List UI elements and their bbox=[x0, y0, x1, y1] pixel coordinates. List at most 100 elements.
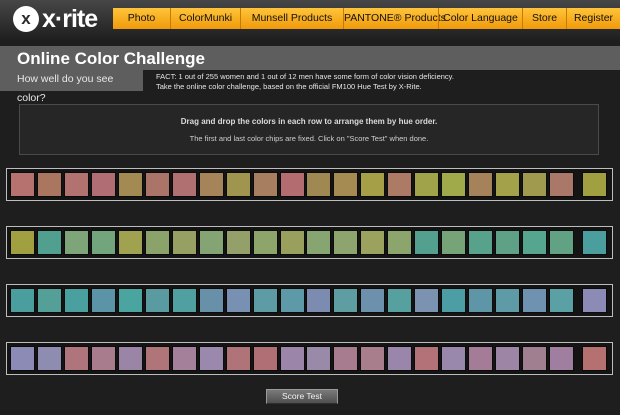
instructions-sub: The first and last color chips are fixed… bbox=[189, 134, 429, 143]
color-chip[interactable] bbox=[414, 230, 439, 255]
nav-item-munsell-products[interactable]: Munsell Products bbox=[240, 8, 343, 29]
nav-item-register[interactable]: Register bbox=[566, 8, 620, 29]
color-chip[interactable] bbox=[414, 346, 439, 371]
color-chip[interactable] bbox=[306, 172, 331, 197]
color-chip[interactable] bbox=[360, 346, 385, 371]
color-chip[interactable] bbox=[414, 172, 439, 197]
color-chip[interactable] bbox=[145, 230, 170, 255]
color-chip[interactable] bbox=[118, 230, 143, 255]
color-chip[interactable] bbox=[360, 230, 385, 255]
color-chip[interactable] bbox=[226, 172, 251, 197]
nav-item-store[interactable]: Store bbox=[522, 8, 566, 29]
color-chip[interactable] bbox=[468, 288, 493, 313]
color-chip[interactable] bbox=[414, 288, 439, 313]
color-chip[interactable] bbox=[199, 230, 224, 255]
color-chip[interactable] bbox=[145, 172, 170, 197]
color-chip[interactable] bbox=[172, 346, 197, 371]
color-chip[interactable] bbox=[91, 172, 116, 197]
color-chip[interactable] bbox=[549, 288, 574, 313]
color-chip[interactable] bbox=[172, 230, 197, 255]
color-chip[interactable] bbox=[333, 230, 358, 255]
nav-item-color-language[interactable]: Color Language bbox=[438, 8, 522, 29]
fixed-color-chip bbox=[582, 230, 607, 255]
color-chip[interactable] bbox=[280, 288, 305, 313]
color-chip[interactable] bbox=[199, 288, 224, 313]
color-chip[interactable] bbox=[199, 346, 224, 371]
color-chip[interactable] bbox=[522, 288, 547, 313]
fixed-color-chip bbox=[10, 346, 35, 371]
xrite-logo[interactable]: x x·rite bbox=[13, 5, 98, 33]
fact-line-1: FACT: 1 out of 255 women and 1 out of 12… bbox=[156, 72, 454, 81]
color-chip[interactable] bbox=[280, 346, 305, 371]
color-chip[interactable] bbox=[333, 172, 358, 197]
color-chip[interactable] bbox=[64, 346, 89, 371]
color-chip[interactable] bbox=[468, 230, 493, 255]
nav-item-photo[interactable]: Photo bbox=[113, 8, 170, 29]
color-chip[interactable] bbox=[91, 230, 116, 255]
color-chip[interactable] bbox=[549, 230, 574, 255]
color-chip[interactable] bbox=[387, 346, 412, 371]
color-chip[interactable] bbox=[522, 172, 547, 197]
color-chip[interactable] bbox=[118, 288, 143, 313]
nav-item-colormunki[interactable]: ColorMunki bbox=[170, 8, 240, 29]
color-chip[interactable] bbox=[495, 288, 520, 313]
color-chip[interactable] bbox=[145, 288, 170, 313]
color-chip[interactable] bbox=[522, 230, 547, 255]
color-chip[interactable] bbox=[441, 172, 466, 197]
fact-line-2: Take the online color challenge, based o… bbox=[156, 82, 422, 91]
color-chip[interactable] bbox=[37, 346, 62, 371]
color-chip[interactable] bbox=[333, 288, 358, 313]
color-chip[interactable] bbox=[306, 288, 331, 313]
color-chip[interactable] bbox=[91, 346, 116, 371]
color-chip[interactable] bbox=[172, 172, 197, 197]
color-chip[interactable] bbox=[118, 346, 143, 371]
color-chip[interactable] bbox=[253, 288, 278, 313]
fixed-color-chip bbox=[582, 346, 607, 371]
score-test-button[interactable]: Score Test bbox=[266, 389, 338, 404]
color-chip[interactable] bbox=[387, 230, 412, 255]
color-chip[interactable] bbox=[468, 172, 493, 197]
logo-wordmark: x·rite bbox=[42, 5, 98, 33]
color-chip[interactable] bbox=[199, 172, 224, 197]
color-chip[interactable] bbox=[495, 346, 520, 371]
color-chip[interactable] bbox=[306, 230, 331, 255]
color-chip[interactable] bbox=[333, 346, 358, 371]
color-chip[interactable] bbox=[172, 288, 197, 313]
fixed-color-chip bbox=[10, 172, 35, 197]
color-chip[interactable] bbox=[495, 230, 520, 255]
color-chip[interactable] bbox=[118, 172, 143, 197]
hue-row-1 bbox=[6, 168, 613, 201]
color-chip[interactable] bbox=[468, 346, 493, 371]
color-chip[interactable] bbox=[280, 172, 305, 197]
color-chip[interactable] bbox=[37, 172, 62, 197]
color-chip[interactable] bbox=[387, 288, 412, 313]
color-chip[interactable] bbox=[306, 346, 331, 371]
color-chip[interactable] bbox=[145, 346, 170, 371]
color-chip[interactable] bbox=[253, 172, 278, 197]
color-chip[interactable] bbox=[360, 288, 385, 313]
color-chip[interactable] bbox=[64, 288, 89, 313]
color-chip[interactable] bbox=[253, 230, 278, 255]
color-chip[interactable] bbox=[441, 346, 466, 371]
fixed-color-chip bbox=[582, 172, 607, 197]
color-chip[interactable] bbox=[360, 172, 385, 197]
nav-item-pantone-products[interactable]: PANTONE® Products bbox=[343, 8, 446, 29]
color-chip[interactable] bbox=[280, 230, 305, 255]
color-chip[interactable] bbox=[495, 172, 520, 197]
color-chip[interactable] bbox=[253, 346, 278, 371]
color-chip[interactable] bbox=[37, 230, 62, 255]
color-chip[interactable] bbox=[522, 346, 547, 371]
color-chip[interactable] bbox=[226, 230, 251, 255]
color-chip[interactable] bbox=[64, 172, 89, 197]
color-chip[interactable] bbox=[387, 172, 412, 197]
color-chip[interactable] bbox=[549, 172, 574, 197]
color-chip[interactable] bbox=[441, 230, 466, 255]
color-chip[interactable] bbox=[226, 346, 251, 371]
color-chip[interactable] bbox=[64, 230, 89, 255]
color-chip[interactable] bbox=[441, 288, 466, 313]
hue-row-4 bbox=[6, 342, 613, 375]
color-chip[interactable] bbox=[226, 288, 251, 313]
color-chip[interactable] bbox=[91, 288, 116, 313]
color-chip[interactable] bbox=[549, 346, 574, 371]
color-chip[interactable] bbox=[37, 288, 62, 313]
